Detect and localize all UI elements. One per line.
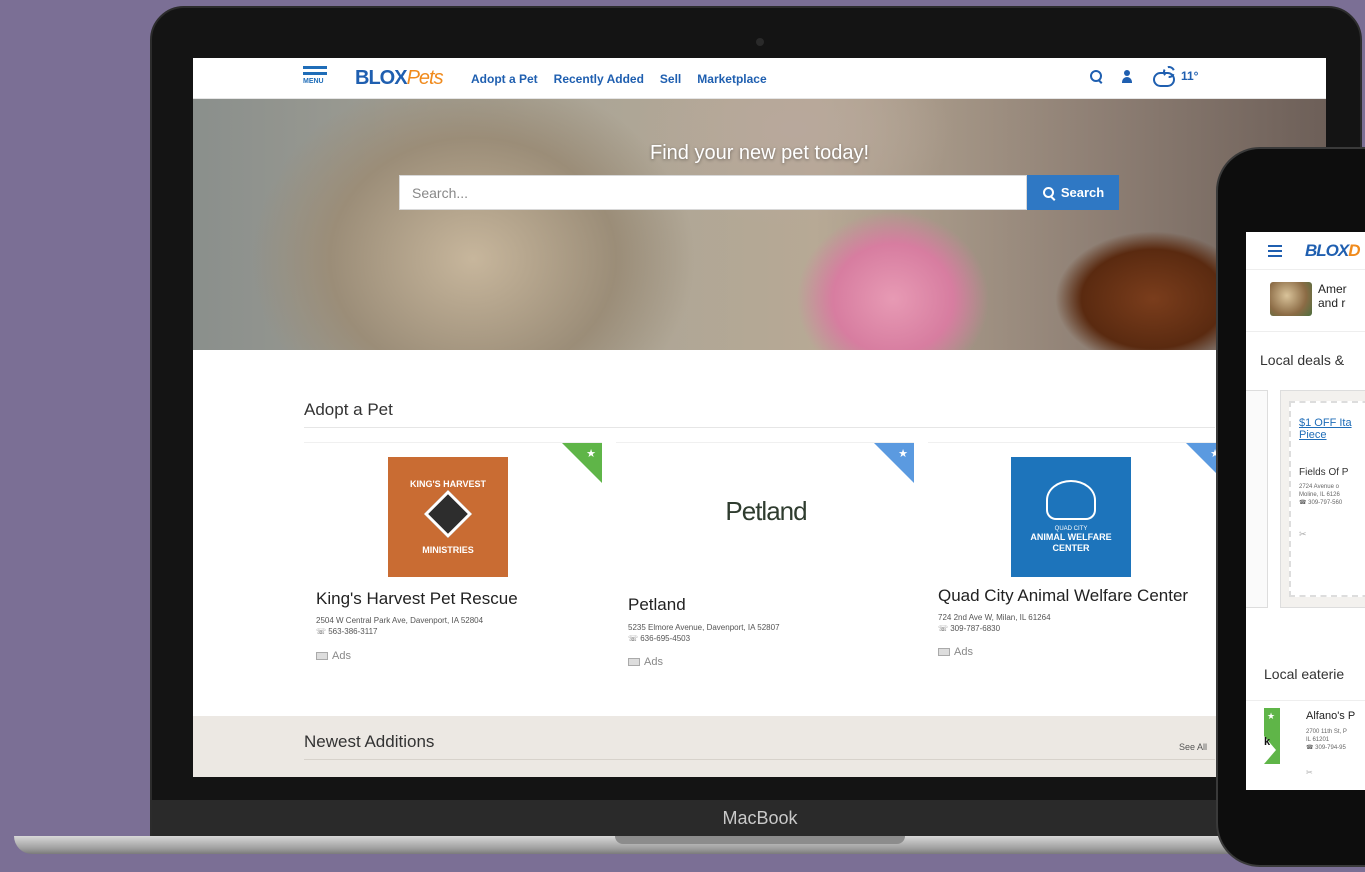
dog-cat-outline-icon [1046, 480, 1096, 521]
menu-label: MENU [303, 78, 324, 85]
ads-icon [938, 648, 950, 656]
listing-card[interactable]: ★ QUAD CITY ANIMAL WELFARE CENTER Quad C… [928, 442, 1226, 708]
phone-screen: BLOXD Amer and r Local deals & $1 OFF It… [1246, 232, 1365, 790]
main-nav: Adopt a Pet Recently Added Sell Marketpl… [471, 72, 767, 86]
phone-deals-heading: Local deals & [1260, 352, 1345, 368]
laptop-brand-label: MacBook [722, 808, 798, 828]
hero-banner: Find your new pet today! Search [193, 99, 1326, 350]
eatery-name[interactable]: Alfano's P [1306, 710, 1355, 722]
nav-recently-added[interactable]: Recently Added [554, 72, 644, 86]
coupon-business-name: Fields Of P [1299, 467, 1349, 478]
phone-top-navigation: BLOXD [1246, 232, 1365, 270]
listing-phone: ☏ 563-386-3117 [316, 627, 378, 636]
search-icon [1042, 186, 1056, 200]
listing-address: 2504 W Central Park Ave, Davenport, IA 5… [316, 616, 484, 625]
nav-adopt-a-pet[interactable]: Adopt a Pet [471, 72, 538, 86]
featured-ribbon [874, 443, 914, 483]
ads-icon [316, 652, 328, 660]
phone-ad-text: Amer and r [1318, 282, 1347, 310]
listing-name[interactable]: Quad City Animal Welfare Center [938, 586, 1188, 606]
listing-logo[interactable]: Petland [706, 481, 826, 541]
laptop-screen: MENU BLOXPets Adopt a Pet Recently Added… [193, 58, 1326, 777]
listing-name[interactable]: Petland [628, 595, 686, 615]
star-icon: ★ [1267, 711, 1276, 721]
listing-phone: ☏ 636-695-4503 [628, 634, 691, 643]
listing-card[interactable]: ★ Petland Petland 5235 Elmore Avenue, Da… [616, 442, 914, 708]
hamburger-icon [303, 66, 327, 69]
scissors-icon[interactable]: ✂ [1299, 529, 1307, 540]
ads-icon [628, 658, 640, 666]
search-input[interactable] [399, 175, 1027, 210]
user-icon[interactable] [1121, 69, 1133, 83]
laptop-notch [615, 836, 905, 844]
deal-card-previous[interactable] [1246, 390, 1268, 608]
featured-ribbon [562, 443, 602, 483]
coupon: $1 OFF Ita Piece Fields Of P 2724 Avenue… [1289, 401, 1365, 597]
phone-eateries-heading: Local eaterie [1264, 666, 1345, 682]
ads-link[interactable]: Ads [628, 656, 663, 668]
listing-logo[interactable]: KING'S HARVEST MINISTRIES [388, 457, 508, 577]
weather-temperature: 11° [1181, 69, 1199, 83]
eatery-address: 2700 11th St, P IL 61201 ☎ 309-794-95 [1306, 729, 1347, 751]
camera-dot [756, 38, 764, 46]
deal-card[interactable]: $1 OFF Ita Piece Fields Of P 2724 Avenue… [1280, 390, 1365, 608]
ads-link[interactable]: Ads [938, 646, 973, 658]
star-icon: ★ [898, 448, 908, 460]
eatery-card[interactable]: ★ k Alfano's P 2700 11th St, P IL 61201 … [1264, 708, 1365, 790]
partly-cloudy-icon [1151, 66, 1177, 87]
divider [304, 759, 1215, 760]
nav-utilities: 11° [1089, 66, 1199, 87]
divider [1246, 700, 1365, 701]
close-icon[interactable]: k [1264, 736, 1270, 748]
house-icon [423, 489, 473, 539]
site-logo[interactable]: BLOXPets [355, 67, 444, 90]
listing-address: 5235 Elmore Avenue, Davenport, IA 52807 [628, 623, 780, 632]
newest-additions-section: Newest Additions See All [193, 716, 1326, 777]
listing-name[interactable]: King's Harvest Pet Rescue [316, 589, 518, 609]
ads-link[interactable]: Ads [316, 650, 351, 662]
listing-logo[interactable]: QUAD CITY ANIMAL WELFARE CENTER [1011, 457, 1131, 577]
search-button[interactable]: Search [1027, 175, 1119, 210]
listing-phone: ☏ 309-787-6830 [938, 624, 1001, 633]
weather-widget[interactable]: 11° [1151, 66, 1199, 87]
top-navigation: MENU BLOXPets Adopt a Pet Recently Added… [193, 58, 1326, 99]
hero-title: Find your new pet today! [649, 142, 869, 164]
newest-title: Newest Additions [304, 732, 435, 751]
phone-deals-carousel: $1 OFF Ita Piece Fields Of P 2724 Avenue… [1246, 390, 1365, 610]
coupon-address: 2724 Avenue o Moline, IL 6126 ☎ 309-797-… [1299, 484, 1343, 506]
star-icon: ★ [586, 448, 596, 460]
food-image [1270, 282, 1312, 316]
listing-address: 724 2nd Ave W, Milan, IL 61264 [938, 613, 1051, 622]
adopt-section-title: Adopt a Pet [304, 400, 393, 419]
nav-marketplace[interactable]: Marketplace [697, 72, 766, 86]
phone-ad-banner[interactable]: Amer and r [1246, 272, 1365, 332]
hamburger-icon[interactable] [1268, 245, 1282, 260]
coupon-link[interactable]: $1 OFF Ita Piece [1299, 417, 1352, 441]
nav-sell[interactable]: Sell [660, 72, 681, 86]
see-all-link[interactable]: See All [1179, 742, 1207, 752]
phone-site-logo[interactable]: BLOXD [1305, 241, 1361, 261]
menu-button[interactable]: MENU [303, 66, 329, 94]
listing-card[interactable]: ★ KING'S HARVEST MINISTRIES King's Harve… [304, 442, 602, 708]
search-icon[interactable] [1089, 69, 1103, 83]
divider [304, 427, 1215, 428]
scissors-icon[interactable]: ✂ [1306, 768, 1313, 777]
